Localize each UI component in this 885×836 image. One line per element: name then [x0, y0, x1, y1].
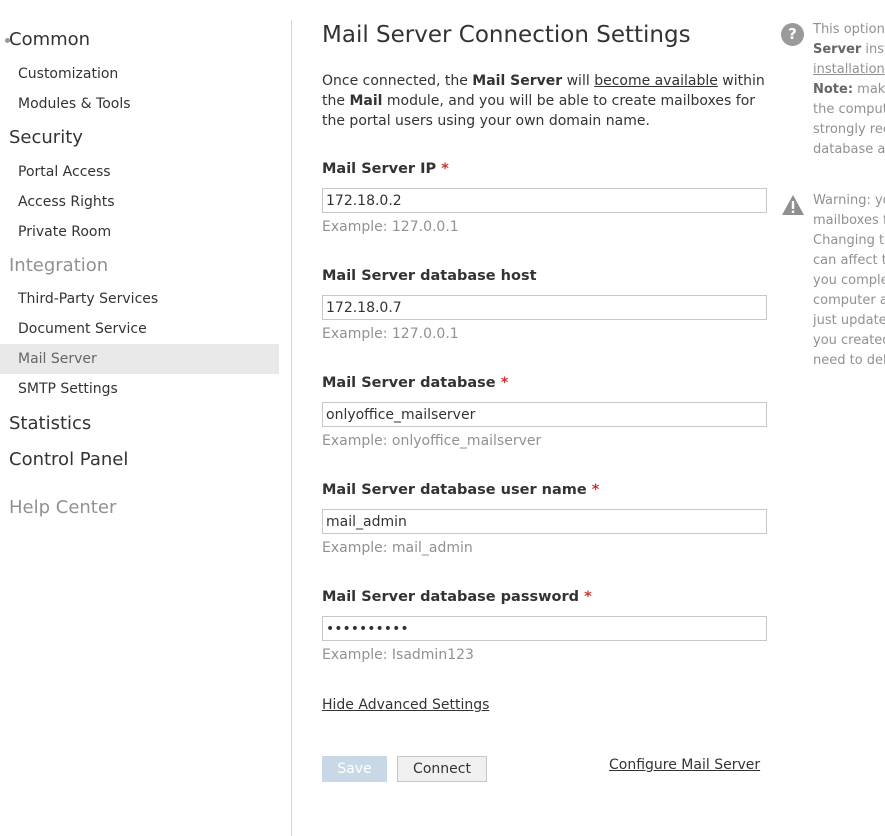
db-host-input[interactable]: [322, 295, 767, 320]
sidebar-item-private-room[interactable]: Private Room: [0, 217, 279, 247]
help-line: Warning: yo: [813, 193, 885, 208]
sidebar-item-portal-access[interactable]: Portal Access: [0, 157, 279, 187]
sidebar-section-common[interactable]: Common: [5, 28, 270, 52]
warning-icon: [782, 195, 804, 215]
intro-part: will: [562, 73, 595, 89]
sidebar-section-integration[interactable]: Integration: [9, 254, 270, 278]
db-name-label: Mail Server database *: [322, 375, 508, 391]
help-info-text: This option Server inst installation Not…: [813, 20, 885, 160]
label-text: Mail Server IP: [322, 161, 437, 177]
sidebar-section-statistics[interactable]: Statistics: [9, 412, 270, 436]
db-host-example: Example: 127.0.0.1: [322, 326, 459, 342]
label-text: Mail Server database password: [322, 589, 579, 605]
db-user-label: Mail Server database user name *: [322, 482, 599, 498]
sidebar-item-mail-server[interactable]: Mail Server: [0, 344, 279, 374]
db-password-example: Example: Isadmin123: [322, 647, 474, 663]
help-line: This option: [813, 22, 885, 37]
sidebar-section-security[interactable]: Security: [9, 126, 270, 150]
help-line: Note: make: [813, 80, 885, 100]
connect-button[interactable]: Connect: [397, 756, 487, 782]
required-mark: *: [441, 161, 449, 177]
db-name-input[interactable]: [322, 402, 767, 427]
sidebar-item-customization[interactable]: Customization: [0, 59, 279, 89]
intro-part: Once connected, the: [322, 73, 473, 89]
help-text-part: inst: [865, 42, 885, 57]
sidebar-item-document-service[interactable]: Document Service: [0, 314, 279, 344]
sidebar-section-label: Common: [9, 29, 91, 50]
help-bold: Server: [813, 42, 862, 57]
label-text: Mail Server database: [322, 375, 496, 391]
mail-server-ip-input[interactable]: [322, 188, 767, 213]
help-bold: Note:: [813, 82, 854, 97]
help-info-block: ? This option Server inst installation N…: [781, 20, 885, 170]
db-password-input[interactable]: [322, 616, 767, 641]
intro-text: Once connected, the Mail Server will bec…: [322, 71, 772, 131]
intro-bold-mail: Mail: [349, 93, 383, 109]
help-line: database ac: [813, 142, 885, 157]
help-line: you created: [813, 333, 885, 348]
hide-advanced-settings-link[interactable]: Hide Advanced Settings: [322, 697, 489, 713]
intro-part: module, and you will be able to create m…: [322, 93, 756, 129]
db-name-example: Example: onlyoffice_mailserver: [322, 433, 542, 449]
db-user-input[interactable]: [322, 509, 767, 534]
db-user-example: Example: mail_admin: [322, 540, 473, 556]
sidebar-section-control-panel[interactable]: Control Panel: [9, 448, 270, 472]
page-title: Mail Server Connection Settings: [322, 22, 691, 48]
configure-mail-server-link[interactable]: Configure Mail Server: [609, 757, 760, 773]
sidebar-divider: [291, 20, 292, 836]
bullet-icon: [5, 38, 10, 43]
help-warning-block: Warning: yo mailboxes f Changing th can …: [781, 190, 885, 380]
label-text: Mail Server database host: [322, 268, 537, 284]
mail-server-ip-example: Example: 127.0.0.1: [322, 219, 459, 235]
help-line: Server inst: [813, 40, 885, 60]
label-text: Mail Server database user name: [322, 482, 587, 498]
help-line: need to del: [813, 353, 885, 368]
help-line: the comput: [813, 102, 885, 117]
help-line: you comple: [813, 273, 885, 288]
sidebar-item-smtp-settings[interactable]: SMTP Settings: [0, 374, 279, 404]
db-password-label: Mail Server database password *: [322, 589, 592, 605]
help-line[interactable]: installation: [813, 60, 885, 80]
sidebar-item-third-party-services[interactable]: Third-Party Services: [0, 284, 279, 314]
help-line: computer a: [813, 293, 885, 308]
sidebar-item-access-rights[interactable]: Access Rights: [0, 187, 279, 217]
installation-link[interactable]: installation: [813, 62, 885, 77]
help-line: Changing th: [813, 233, 885, 248]
help-line: just update: [813, 313, 885, 328]
help-text-part: make: [857, 82, 885, 97]
save-button[interactable]: Save: [322, 756, 387, 782]
mail-server-ip-label: Mail Server IP *: [322, 161, 449, 177]
required-mark: *: [591, 482, 600, 498]
sidebar-item-modules-tools[interactable]: Modules & Tools: [0, 89, 279, 119]
become-available-link[interactable]: become available: [594, 73, 718, 89]
sidebar: Common Customization Modules & Tools Sec…: [0, 0, 279, 836]
db-host-label: Mail Server database host: [322, 268, 537, 284]
help-line: strongly rec: [813, 122, 885, 137]
help-line: can affect t: [813, 253, 885, 268]
required-mark: *: [500, 375, 509, 391]
sidebar-help-center[interactable]: Help Center: [9, 496, 270, 520]
intro-bold-mail-server: Mail Server: [472, 73, 563, 89]
help-warning-text: Warning: yo mailboxes f Changing th can …: [813, 191, 885, 371]
question-icon: ?: [781, 23, 804, 46]
required-mark: *: [584, 589, 592, 605]
help-line: mailboxes f: [813, 213, 885, 228]
